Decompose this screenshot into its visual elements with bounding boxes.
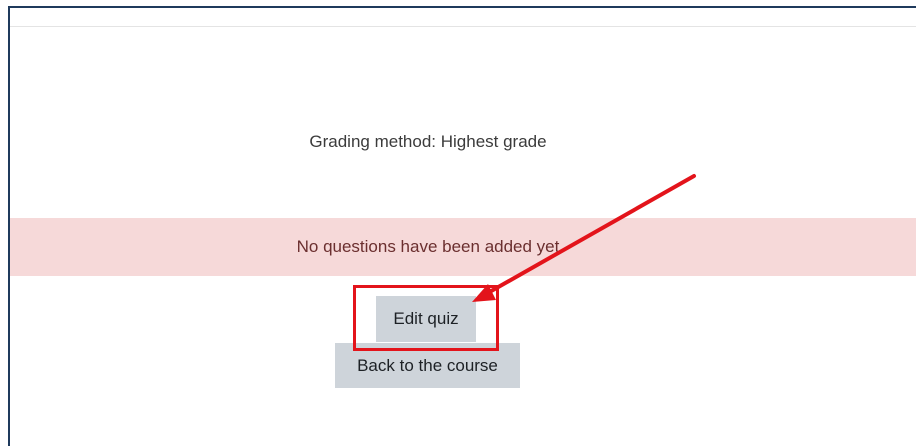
edit-quiz-button[interactable]: Edit quiz — [376, 296, 476, 342]
back-to-course-button[interactable]: Back to the course — [335, 343, 520, 388]
grading-method-text: Grading method: Highest grade — [309, 132, 547, 151]
no-questions-alert: No questions have been added yet — [10, 218, 916, 276]
header-divider — [10, 26, 916, 27]
alert-message: No questions have been added yet — [296, 237, 560, 256]
